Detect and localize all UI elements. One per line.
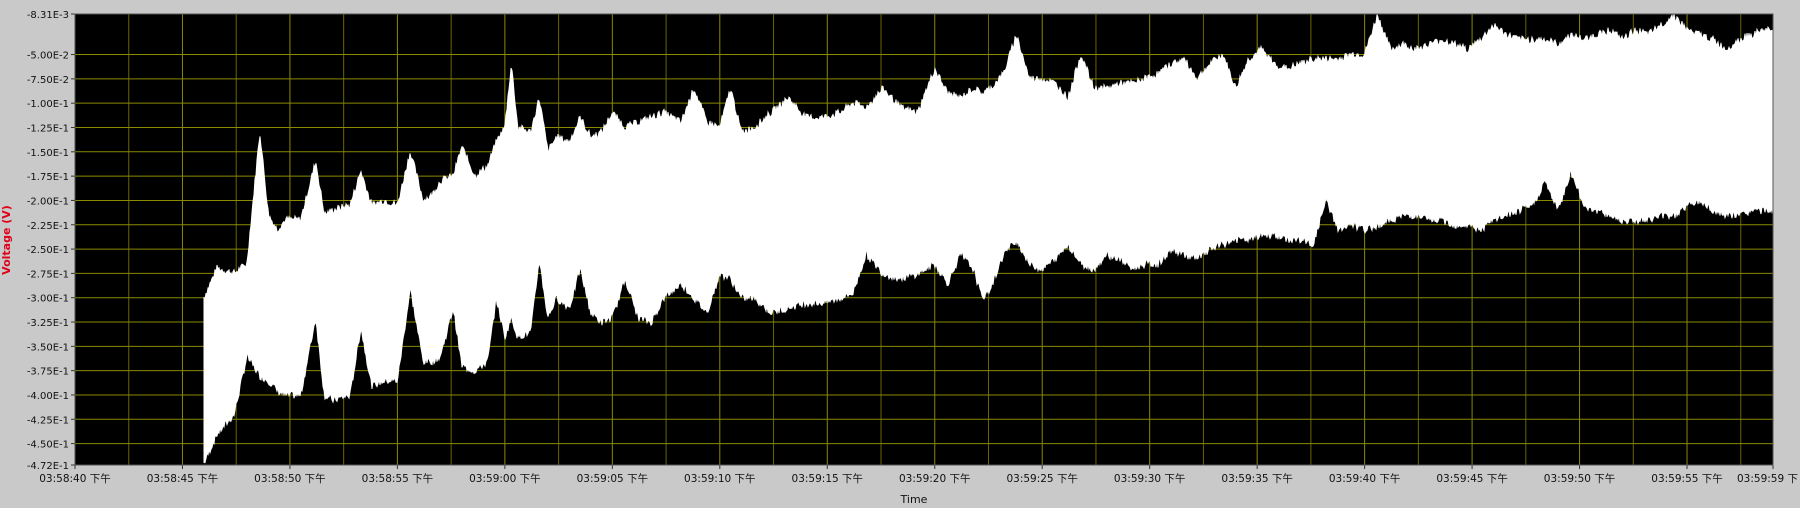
y-tick-label: -5.00E-2: [27, 51, 69, 62]
x-tick-label: 03:59:15 下午: [792, 472, 864, 485]
x-axis-ticks: 03:58:40 下午 03:58:45 下午 03:58:50 下午 03:58:5…: [39, 465, 1798, 485]
x-tick-label: 03:59:50 下午: [1544, 472, 1616, 485]
x-tick-label: 03:59:55 下午: [1651, 472, 1723, 485]
x-tick-label: 03:58:40 下午: [39, 472, 111, 485]
y-tick-label: -8.31E-3: [27, 10, 69, 21]
y-tick-label: -1.75E-1: [27, 172, 69, 183]
chart-svg: -8.31E-3 -5.00E-2 -7.50E-2 -1.00E-1 -1.25E-1…: [0, 10, 1798, 506]
y-tick-label: -1.25E-1: [27, 123, 69, 134]
y-tick-label: -3.25E-1: [27, 318, 69, 329]
y-tick-label: -2.00E-1: [27, 196, 69, 207]
x-tick-label: 03:58:55 下午: [362, 472, 434, 485]
x-tick-label: 03:59:05 下午: [577, 472, 649, 485]
x-tick-label: 03:59:45 下午: [1436, 472, 1508, 485]
y-tick-label: -3.75E-1: [27, 367, 69, 378]
x-tick-label: 03:59:30 下午: [1114, 472, 1186, 485]
x-tick-label: 03:59:35 下午: [1221, 472, 1293, 485]
y-tick-label: -4.25E-1: [27, 415, 69, 426]
x-axis-label: Time: [900, 493, 928, 504]
x-tick-label: 03:58:50 下午: [254, 472, 326, 485]
voltage-chart: -8.31E-3 -5.00E-2 -7.50E-2 -1.00E-1 -1.25E-1…: [0, 0, 1800, 506]
x-tick-label: 03:59:10 下午: [684, 472, 756, 485]
y-tick-label: -3.00E-1: [27, 294, 69, 305]
y-axis-ticks: -8.31E-3 -5.00E-2 -7.50E-2 -1.00E-1 -1.25E-1…: [27, 10, 75, 472]
y-tick-label: -7.50E-2: [27, 75, 69, 86]
x-tick-label: 03:58:45 下午: [147, 472, 219, 485]
y-tick-label: -4.50E-1: [27, 440, 69, 451]
y-tick-label: -1.50E-1: [27, 148, 69, 159]
y-tick-label: -2.25E-1: [27, 221, 69, 232]
y-tick-label: -2.50E-1: [27, 245, 69, 256]
y-tick-label: -2.75E-1: [27, 269, 69, 280]
x-tick-label: 03:59:00 下午: [469, 472, 541, 485]
x-tick-label: 03:59:25 下午: [1006, 472, 1078, 485]
x-tick-label: 03:59:40 下午: [1329, 472, 1401, 485]
y-tick-label: -1.00E-1: [27, 99, 69, 110]
y-axis-label: Voltage (V): [0, 205, 13, 275]
x-tick-label: 03:59:20 下午: [899, 472, 971, 485]
x-tick-label: 03:59:59 下: [1737, 473, 1798, 485]
y-tick-label: -4.00E-1: [27, 391, 69, 402]
y-tick-label: -3.50E-1: [27, 342, 69, 353]
y-tick-label: -4.72E-1: [27, 461, 69, 472]
